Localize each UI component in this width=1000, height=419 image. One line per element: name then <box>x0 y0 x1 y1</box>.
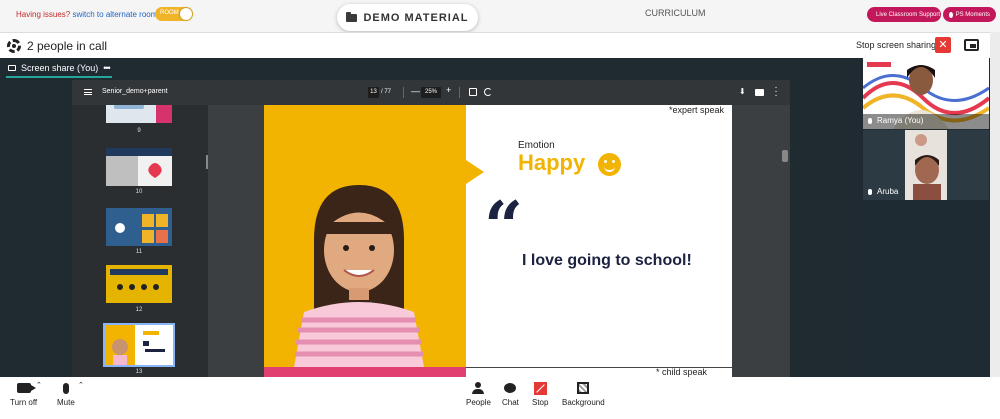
people-count: 2 people in call <box>27 39 108 53</box>
people-label: People <box>466 398 491 407</box>
mic-icon <box>868 188 872 195</box>
participant-nametag: Ramya (You) <box>868 116 923 125</box>
ps-moments-label: PS Moments <box>955 11 990 18</box>
thumbnail-number: 9 <box>137 128 141 134</box>
camera-toggle-label: Turn off <box>10 398 38 407</box>
camera-options-caret[interactable]: ⌃ <box>36 381 42 389</box>
thumbnail-page-selected[interactable] <box>103 323 175 367</box>
stop-label: Stop <box>532 398 549 407</box>
toolbar-divider <box>459 87 460 98</box>
document-name: Senior_demo+parent <box>102 88 168 95</box>
chat-label: Chat <box>502 398 519 407</box>
participants-panel: Ramya (You) Aruba <box>862 58 990 377</box>
page-total: / 77 <box>381 89 392 95</box>
more-vertical-icon[interactable]: · · · <box>774 83 778 101</box>
issues-label: Having issues? <box>16 10 71 19</box>
camera-icon <box>16 383 36 393</box>
thumbnail-number: 13 <box>135 369 143 375</box>
thumbnail-page[interactable] <box>106 148 172 186</box>
background-icon <box>577 382 590 394</box>
camera-toggle-button[interactable]: Turn off <box>10 381 37 407</box>
screen-share-stage: Screen share (You) ••• Senior_demo+paren… <box>0 58 862 377</box>
live-support-label: Live Classroom Support <box>876 11 941 18</box>
top-bar: Having issues? switch to alternate room … <box>0 0 1000 32</box>
stop-sharing-close-button[interactable]: ✕ <box>935 37 951 53</box>
page-scrollbar[interactable] <box>990 32 1000 377</box>
participant-tile[interactable]: Ramya (You) <box>863 58 989 129</box>
slide-pink-bar <box>264 367 466 377</box>
live-support-button[interactable]: Live Classroom Support <box>867 7 941 22</box>
thumbnail-scrollbar[interactable] <box>206 155 208 169</box>
smiley-icon <box>598 153 621 176</box>
toolbar-divider <box>403 87 404 98</box>
print-icon[interactable] <box>755 89 764 96</box>
zoom-out-button[interactable]: — <box>411 86 420 96</box>
microphone-icon <box>62 382 69 394</box>
emotion-value: Happy <box>518 150 586 175</box>
slide-page: *expert speak Emotion Happy “ I love goi… <box>264 105 732 377</box>
toggle-knob <box>180 8 192 20</box>
thumbnail-page[interactable] <box>106 265 172 303</box>
camera-icon <box>949 11 953 18</box>
thumbnail-number: 12 <box>135 307 143 313</box>
room-toggle-label: ROOM <box>160 10 179 16</box>
viewer-scrollbar[interactable] <box>782 150 788 162</box>
folder-icon <box>346 11 358 22</box>
expert-note: *expert speak <box>669 105 725 115</box>
stop-share-button[interactable]: Stop <box>532 381 548 407</box>
rotate-icon[interactable] <box>484 88 492 96</box>
demo-material-button[interactable]: DEMO MATERIAL <box>337 4 478 31</box>
gear-icon[interactable] <box>7 39 21 53</box>
mic-options-caret[interactable]: ⌃ <box>78 381 84 389</box>
participant-tile[interactable]: Aruba <box>863 130 989 200</box>
thumbnail-number: 11 <box>135 249 143 255</box>
demo-material-label: DEMO MATERIAL <box>363 11 469 24</box>
participant-nametag: Aruba <box>868 187 898 196</box>
zoom-in-button[interactable]: + <box>446 85 451 95</box>
pdf-toolbar: Senior_demo+parent 13 / 77 — 25% + ⬇ · · · <box>72 80 790 105</box>
picture-in-picture-icon[interactable] <box>964 39 979 51</box>
slide-pointer-shape <box>466 160 484 184</box>
call-header: 2 people in call Stop screen sharing ✕ <box>0 32 995 58</box>
stop-share-icon <box>533 381 547 395</box>
ps-moments-button[interactable]: PS Moments <box>943 7 996 22</box>
participant-name: Ramya (You) <box>877 116 924 125</box>
screen-share-tab[interactable]: Screen share (You) ••• <box>6 62 112 78</box>
people-icon <box>472 382 485 394</box>
issues-notice: Having issues? switch to alternate room <box>16 10 157 19</box>
chat-icon <box>504 383 517 393</box>
thumbnail-sidebar: 9 10 11 12 13 <box>72 105 208 377</box>
people-button[interactable]: People <box>466 381 491 407</box>
screen-share-label: Screen share (You) <box>21 63 99 73</box>
monitor-icon <box>8 65 16 71</box>
mute-button[interactable]: Mute <box>57 381 75 407</box>
page-number-input[interactable]: 13 <box>368 87 379 98</box>
chat-button[interactable]: Chat <box>502 381 519 407</box>
curriculum-tab[interactable]: CURRICULUM <box>645 8 706 18</box>
download-icon[interactable]: ⬇ <box>739 87 746 96</box>
fit-page-icon[interactable] <box>469 88 477 96</box>
menu-icon[interactable] <box>84 89 92 95</box>
quote-icon: “ <box>484 187 524 267</box>
thumbnail-number: 10 <box>135 189 143 195</box>
child-note: * child speak <box>656 367 708 377</box>
participant-name: Aruba <box>877 187 899 196</box>
girl-photo <box>294 185 424 367</box>
mic-icon <box>868 117 872 124</box>
mute-label: Mute <box>57 398 75 407</box>
background-label: Background <box>562 398 605 407</box>
more-options-icon[interactable]: ••• <box>103 63 111 73</box>
thumbnail-page[interactable] <box>106 208 172 246</box>
bottom-control-bar: Turn off ⌃ Mute ⌃ People Chat Stop Backg… <box>0 377 1000 419</box>
alternate-room-link[interactable]: switch to alternate room <box>72 10 157 19</box>
zoom-level-input[interactable]: 25% <box>421 87 441 98</box>
quote-text: I love going to school! <box>522 252 692 269</box>
stop-screen-sharing-label: Stop screen sharing <box>856 40 937 50</box>
room-toggle[interactable]: ROOM <box>155 7 193 21</box>
background-button[interactable]: Background <box>562 381 605 407</box>
pdf-viewer: Senior_demo+parent 13 / 77 — 25% + ⬇ · · ·… <box>72 80 790 377</box>
